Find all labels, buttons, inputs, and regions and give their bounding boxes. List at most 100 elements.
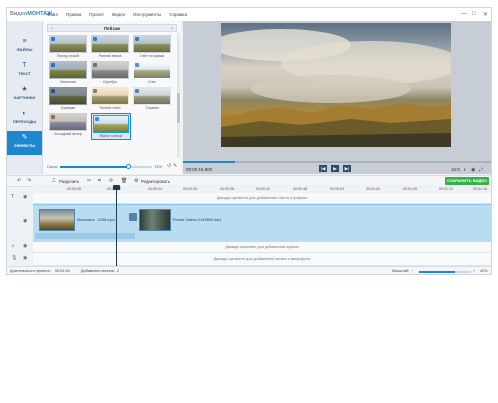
- skip-forward-button[interactable]: ▶|: [343, 165, 351, 172]
- effect-preview-image: [49, 113, 87, 131]
- music-icon: ♫: [11, 243, 15, 249]
- effect-thumb[interactable]: Тишина: [133, 87, 171, 110]
- edit-icon[interactable]: ⚙: [134, 178, 138, 184]
- category-selector[interactable]: ‹ Пейзаж ›: [47, 24, 177, 32]
- maximize-icon[interactable]: □: [472, 11, 476, 17]
- rotate-icon[interactable]: ⟳: [109, 178, 113, 184]
- playhead[interactable]: [116, 188, 117, 270]
- reset-icon[interactable]: ↺: [167, 163, 171, 169]
- status-bar: Длительность проекта: 00:01:44 Добавлено…: [7, 266, 491, 274]
- effect-thumb-selected[interactable]: Яркое солнце: [91, 113, 131, 140]
- zoom-in-icon[interactable]: +: [473, 269, 475, 273]
- effect-thumb[interactable]: Теплое небо: [91, 87, 129, 110]
- menu-video[interactable]: Видео: [112, 12, 125, 17]
- chevron-right-icon[interactable]: ›: [171, 26, 173, 32]
- sidebar: ≡ ФАЙЛЫ T ТЕКСТ ★ КАРТИНКИ ◐ ПЕРЕХОДЫ ✎ …: [7, 21, 43, 174]
- play-button[interactable]: ▶: [331, 165, 339, 172]
- sidebar-item-images[interactable]: ★ КАРТИНКИ: [7, 83, 42, 105]
- music-track[interactable]: Дважды щелкните для добавления музыки: [33, 242, 491, 253]
- clip-thumbnail[interactable]: [39, 209, 75, 231]
- zoom-label: Масштаб:: [392, 269, 410, 273]
- fullscreen-icon[interactable]: ⤢: [479, 167, 483, 173]
- preview-seekbar[interactable]: [183, 161, 491, 163]
- sidebar-item-transitions[interactable]: ◐ ПЕРЕХОДЫ: [7, 107, 42, 129]
- delete-icon[interactable]: 🗑: [121, 178, 127, 184]
- effect-thumb[interactable]: Холодный вечер: [49, 113, 87, 136]
- effect-thumb[interactable]: Серебро: [91, 61, 129, 84]
- time-tick: 00:01:12: [439, 186, 453, 191]
- effect-preview-image: [91, 87, 129, 105]
- strength-value: 74%: [154, 164, 163, 169]
- eye-icon[interactable]: ◉: [23, 243, 27, 249]
- time-tick: 00:01:00: [366, 186, 380, 191]
- text-track[interactable]: Дважды щелкните для добавления текста и …: [33, 193, 491, 204]
- effects-scrollbar[interactable]: [177, 33, 180, 158]
- menu-help[interactable]: Справка: [169, 12, 187, 17]
- eye-icon[interactable]: ◉: [23, 194, 27, 200]
- clip-audio-strip: [35, 233, 135, 239]
- effect-thumb[interactable]: Сумерки: [49, 87, 87, 110]
- aspect-ratio[interactable]: 16:9: [451, 167, 460, 172]
- text-icon: T: [22, 62, 27, 69]
- split-button[interactable]: Разделить: [59, 179, 79, 184]
- effect-badge-icon: [93, 89, 97, 93]
- volume-icon[interactable]: ◖: [463, 167, 466, 173]
- save-video-button[interactable]: СОХРАНИТЬ ВИДЕО: [445, 177, 489, 185]
- apply-icon[interactable]: ✎: [173, 163, 177, 169]
- menu-project[interactable]: Проект: [89, 12, 104, 17]
- effects-panel: ‹ Пейзаж › Перед грозой Ранняя весна Све…: [43, 21, 181, 174]
- clips-count: 2: [117, 269, 120, 273]
- minimize-icon[interactable]: —: [461, 11, 467, 17]
- app-window: ВидеоМОНТАЖ Файл Правка Проект Видео Инс…: [6, 7, 492, 275]
- clip-label[interactable]: Mountains - 2296.mp4: [77, 218, 115, 222]
- redo-icon[interactable]: ↷: [27, 178, 31, 184]
- split-icon[interactable]: ⎍: [52, 178, 56, 184]
- effect-thumb[interactable]: Свет по краям: [133, 35, 171, 58]
- sidebar-item-label: ПЕРЕХОДЫ: [12, 119, 37, 124]
- time-tick: 00:00:30: [183, 186, 197, 191]
- menu-edit[interactable]: Правка: [66, 12, 81, 17]
- strength-slider-handle[interactable]: [125, 164, 131, 169]
- undo-icon[interactable]: ↶: [17, 178, 21, 184]
- preview-timecode: 00:00:15.800: [186, 167, 213, 172]
- effect-badge-icon: [95, 117, 99, 121]
- effect-badge-icon: [51, 115, 55, 119]
- snapshot-icon[interactable]: ◉: [471, 167, 475, 173]
- video-track[interactable]: Mountains - 2296.mp4 Pexels Videos 21498…: [33, 204, 491, 243]
- sidebar-item-text[interactable]: T ТЕКСТ: [7, 59, 42, 81]
- files-icon: ≡: [22, 38, 27, 45]
- clip-thumbnail[interactable]: [139, 209, 171, 231]
- menu-bar: Файл Правка Проект Видео Инструменты Спр…: [47, 12, 187, 17]
- scissors-icon[interactable]: ✂: [87, 178, 91, 184]
- effect-preview-image: [93, 115, 129, 133]
- microphone-track[interactable]: Дважды щелкните для добавления записи с …: [33, 253, 491, 266]
- menu-file[interactable]: Файл: [47, 12, 58, 17]
- time-tick: 00:00:48: [293, 186, 307, 191]
- effect-thumb[interactable]: Снег: [133, 61, 171, 84]
- edit-button[interactable]: Редактировать: [141, 179, 170, 184]
- eye-icon[interactable]: ◉: [23, 218, 27, 224]
- sidebar-item-files[interactable]: ≡ ФАЙЛЫ: [7, 35, 42, 57]
- scrollbar-thumb[interactable]: [177, 93, 180, 123]
- strength-slider[interactable]: [60, 164, 152, 169]
- sidebar-item-effects[interactable]: ✎ ЭФФЕКТЫ: [7, 131, 42, 155]
- effect-thumb[interactable]: Озичение: [49, 61, 87, 84]
- crop-icon[interactable]: ⌗: [98, 178, 101, 184]
- eye-icon[interactable]: ◉: [23, 255, 27, 261]
- transitions-icon: ◐: [22, 110, 27, 117]
- clip-label[interactable]: Pexels Videos 2149800.mp4: [173, 218, 221, 222]
- strength-label: Сила:: [47, 164, 58, 169]
- mountain-landscape-image: [221, 29, 451, 147]
- effect-thumb[interactable]: Ранняя весна: [91, 35, 129, 58]
- effect-badge-icon: [135, 63, 139, 67]
- transition-icon[interactable]: [129, 213, 137, 221]
- zoom-out-icon[interactable]: −: [411, 269, 413, 273]
- menu-tools[interactable]: Инструменты: [133, 12, 161, 17]
- time-tick: 00:00:36: [220, 186, 234, 191]
- effect-badge-icon: [51, 89, 55, 93]
- skip-back-button[interactable]: |◀: [319, 165, 327, 172]
- video-frame[interactable]: [221, 23, 451, 147]
- zoom-slider[interactable]: [419, 271, 471, 273]
- effect-thumb[interactable]: Перед грозой: [49, 35, 87, 58]
- close-icon[interactable]: ✕: [483, 11, 488, 18]
